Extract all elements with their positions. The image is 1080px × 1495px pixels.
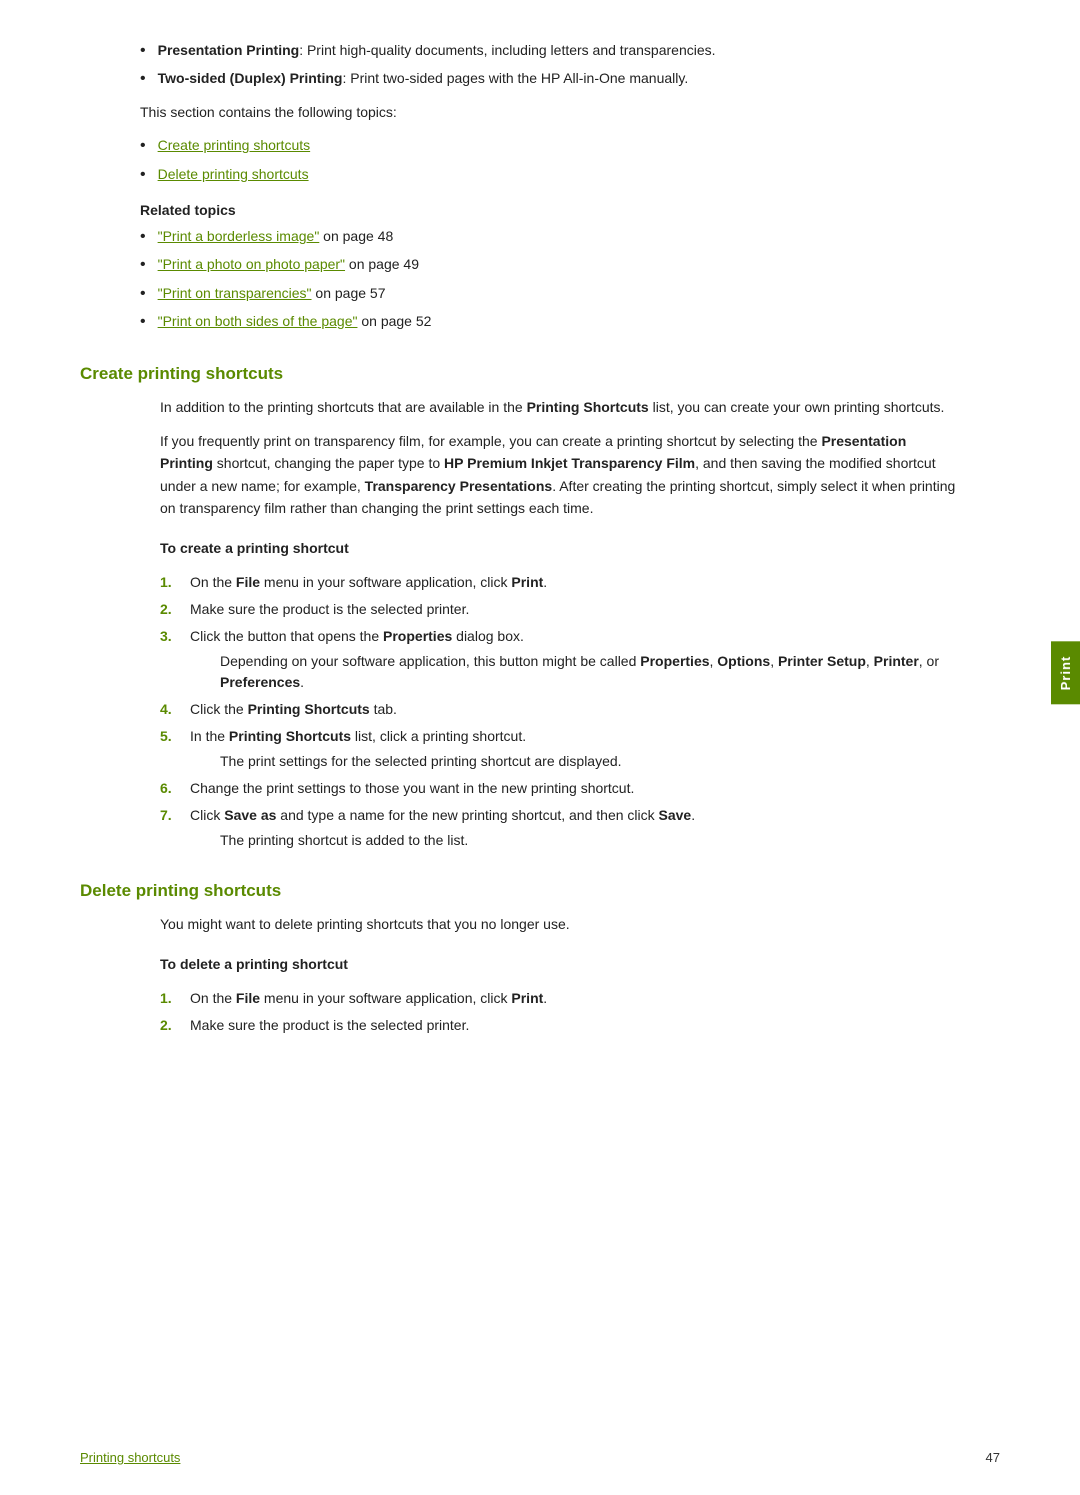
step-text-7: Click Save as and type a name for the ne… bbox=[190, 805, 960, 851]
related-link-4[interactable]: "Print on both sides of the page" bbox=[158, 313, 358, 329]
hp-premium-bold: HP Premium Inkjet Transparency Film bbox=[444, 455, 695, 471]
related-item-1: • "Print a borderless image" on page 48 bbox=[140, 226, 1000, 248]
create-step-2: 2. Make sure the product is the selected… bbox=[160, 599, 960, 620]
footer: Printing shortcuts 47 bbox=[0, 1450, 1080, 1465]
step-3-extra: Depending on your software application, … bbox=[220, 651, 960, 693]
transparency-presentations-bold: Transparency Presentations bbox=[365, 478, 553, 494]
delete-intro: You might want to delete printing shortc… bbox=[160, 913, 960, 935]
step-text-5: In the Printing Shortcuts list, click a … bbox=[190, 726, 960, 772]
create-step-4: 4. Click the Printing Shortcuts tab. bbox=[160, 699, 960, 720]
create-para-2: If you frequently print on transparency … bbox=[160, 430, 960, 520]
presentation-bold: Presentation Printing bbox=[158, 42, 300, 58]
bullet-dot-2: • bbox=[140, 68, 146, 90]
step-num-4: 4. bbox=[160, 699, 180, 720]
delete-step-2: 2. Make sure the product is the selected… bbox=[160, 1015, 960, 1036]
step-text-6: Change the print settings to those you w… bbox=[190, 778, 960, 799]
create-step-6: 6. Change the print settings to those yo… bbox=[160, 778, 960, 799]
section-intro: This section contains the following topi… bbox=[140, 101, 1000, 123]
toc-dot-2: • bbox=[140, 164, 146, 186]
footer-right: 47 bbox=[986, 1450, 1000, 1465]
toc-item-create: • Create printing shortcuts bbox=[140, 135, 1000, 157]
create-section-body: In addition to the printing shortcuts th… bbox=[160, 396, 960, 851]
step-text-1: On the File menu in your software applic… bbox=[190, 572, 960, 593]
related-item-4: • "Print on both sides of the page" on p… bbox=[140, 311, 1000, 333]
step-text-2: Make sure the product is the selected pr… bbox=[190, 599, 960, 620]
toc-list: • Create printing shortcuts • Delete pri… bbox=[140, 135, 1000, 186]
related-topics-header: Related topics bbox=[140, 202, 1000, 218]
related-item-2: • "Print a photo on photo paper" on page… bbox=[140, 254, 1000, 276]
step-num-3: 3. bbox=[160, 626, 180, 647]
rel-dot-1: • bbox=[140, 226, 146, 248]
rel-dot-2: • bbox=[140, 254, 146, 276]
del-step-text-2: Make sure the product is the selected pr… bbox=[190, 1015, 960, 1036]
create-section-heading: Create printing shortcuts bbox=[80, 364, 1000, 384]
step-num-2: 2. bbox=[160, 599, 180, 620]
right-tab: Print bbox=[1051, 641, 1080, 704]
related-link-3[interactable]: "Print on transparencies" bbox=[158, 285, 312, 301]
step-num-1: 1. bbox=[160, 572, 180, 593]
related-text-2: "Print a photo on photo paper" on page 4… bbox=[158, 254, 419, 275]
related-link-2[interactable]: "Print a photo on photo paper" bbox=[158, 256, 345, 272]
create-step-1: 1. On the File menu in your software app… bbox=[160, 572, 960, 593]
footer-left: Printing shortcuts bbox=[80, 1450, 180, 1465]
bullet-presentation: • Presentation Printing: Print high-qual… bbox=[140, 40, 1000, 62]
step-text-3: Click the button that opens the Properti… bbox=[190, 626, 960, 693]
top-bullets: • Presentation Printing: Print high-qual… bbox=[140, 40, 1000, 91]
delete-steps-list: 1. On the File menu in your software app… bbox=[160, 988, 960, 1036]
related-text-1: "Print a borderless image" on page 48 bbox=[158, 226, 394, 247]
create-step-7: 7. Click Save as and type a name for the… bbox=[160, 805, 960, 851]
del-step-num-1: 1. bbox=[160, 988, 180, 1009]
related-topics-list: • "Print a borderless image" on page 48 … bbox=[140, 226, 1000, 334]
step-num-5: 5. bbox=[160, 726, 180, 747]
toc-link-create[interactable]: Create printing shortcuts bbox=[158, 135, 311, 156]
delete-step-1: 1. On the File menu in your software app… bbox=[160, 988, 960, 1009]
create-sub-heading: To create a printing shortcut bbox=[160, 537, 960, 559]
bullet-duplex: • Two-sided (Duplex) Printing: Print two… bbox=[140, 68, 1000, 90]
delete-sub-heading: To delete a printing shortcut bbox=[160, 953, 960, 975]
create-steps-list: 1. On the File menu in your software app… bbox=[160, 572, 960, 851]
related-item-3: • "Print on transparencies" on page 57 bbox=[140, 283, 1000, 305]
bullet-text-2: Two-sided (Duplex) Printing: Print two-s… bbox=[158, 68, 689, 89]
printing-shortcuts-bold-1: Printing Shortcuts bbox=[527, 399, 649, 415]
create-step-5: 5. In the Printing Shortcuts list, click… bbox=[160, 726, 960, 772]
create-para-1: In addition to the printing shortcuts th… bbox=[160, 396, 960, 418]
toc-item-delete: • Delete printing shortcuts bbox=[140, 164, 1000, 186]
delete-section-body: You might want to delete printing shortc… bbox=[160, 913, 960, 1036]
rel-dot-4: • bbox=[140, 311, 146, 333]
step-num-6: 6. bbox=[160, 778, 180, 799]
related-link-1[interactable]: "Print a borderless image" bbox=[158, 228, 320, 244]
step-5-extra: The print settings for the selected prin… bbox=[220, 751, 960, 772]
page-content: • Presentation Printing: Print high-qual… bbox=[0, 0, 1080, 1122]
rel-dot-3: • bbox=[140, 283, 146, 305]
duplex-bold: Two-sided (Duplex) Printing bbox=[158, 70, 343, 86]
step-text-4: Click the Printing Shortcuts tab. bbox=[190, 699, 960, 720]
toc-link-delete[interactable]: Delete printing shortcuts bbox=[158, 164, 309, 185]
step-num-7: 7. bbox=[160, 805, 180, 826]
del-step-text-1: On the File menu in your software applic… bbox=[190, 988, 960, 1009]
del-step-num-2: 2. bbox=[160, 1015, 180, 1036]
step-7-extra: The printing shortcut is added to the li… bbox=[220, 830, 960, 851]
related-text-3: "Print on transparencies" on page 57 bbox=[158, 283, 386, 304]
create-step-3: 3. Click the button that opens the Prope… bbox=[160, 626, 960, 693]
toc-dot-1: • bbox=[140, 135, 146, 157]
delete-section-heading: Delete printing shortcuts bbox=[80, 881, 1000, 901]
related-text-4: "Print on both sides of the page" on pag… bbox=[158, 311, 432, 332]
bullet-dot-1: • bbox=[140, 40, 146, 62]
bullet-text-1: Presentation Printing: Print high-qualit… bbox=[158, 40, 716, 61]
